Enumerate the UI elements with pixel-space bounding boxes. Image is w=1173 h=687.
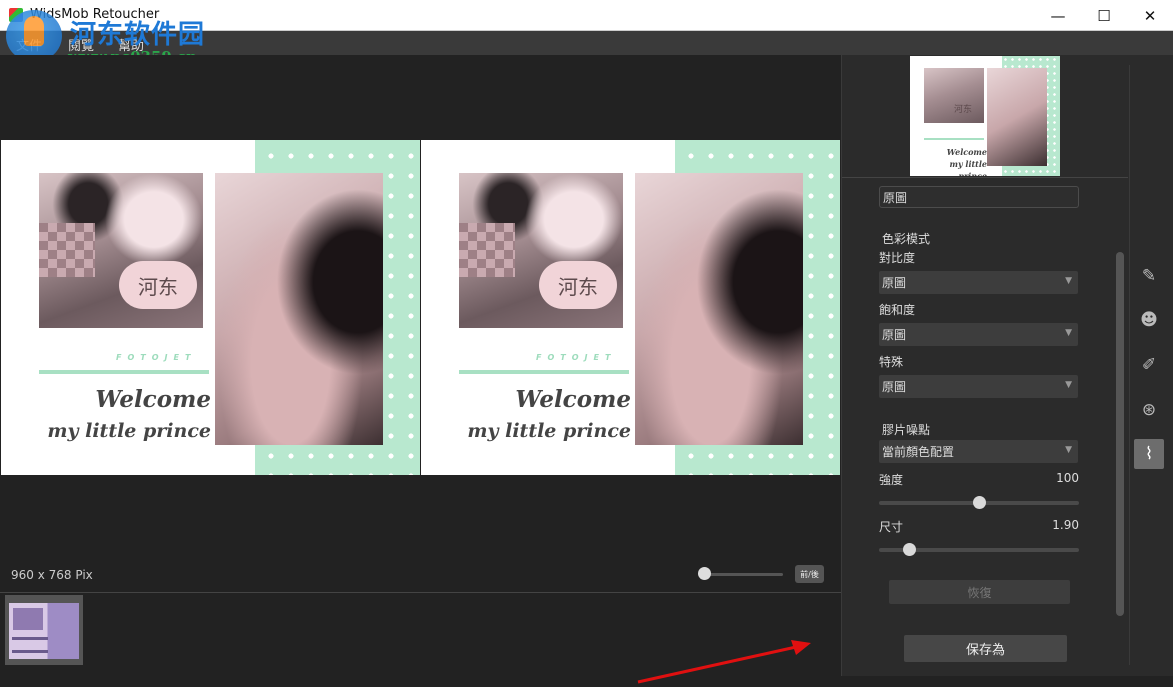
after-image-pane[interactable]: 河东 FOTOJET Welcome my little prince xyxy=(421,140,840,475)
fotojet-text: FOTOJET xyxy=(116,353,197,362)
mosaic-patch xyxy=(39,223,95,277)
preview-caption: Welcome my little prince xyxy=(920,146,987,176)
size-slider-knob[interactable] xyxy=(902,543,916,556)
minimize-button[interactable]: — xyxy=(1035,0,1081,31)
photo-collage-b xyxy=(215,173,383,445)
saturation-label: 飽和度 xyxy=(879,303,916,317)
film-icon[interactable]: ⌇ xyxy=(1134,439,1164,469)
preview-divider xyxy=(924,138,984,140)
restore-button[interactable]: 恢復 xyxy=(889,580,1070,604)
divider-line xyxy=(459,370,629,374)
zoom-slider[interactable] xyxy=(703,573,783,576)
chevron-down-icon: ▼ xyxy=(1065,380,1072,390)
subtitle-text: my little prince xyxy=(467,420,631,442)
size-value: 1.90 xyxy=(1052,518,1079,532)
size-label: 尺寸 xyxy=(879,520,904,534)
photo-collage-b xyxy=(635,173,803,445)
saturation-select-value: 原圖 xyxy=(882,328,907,342)
fotojet-text: FOTOJET xyxy=(536,353,617,362)
welcome-text: Welcome xyxy=(95,386,211,413)
mosaic-patch xyxy=(459,223,515,277)
panel-scrollbar[interactable] xyxy=(1116,252,1124,616)
preview-overlay-label: 河东 xyxy=(954,105,973,115)
contrast-label: 對比度 xyxy=(879,251,916,265)
contrast-select-value: 原圖 xyxy=(882,276,907,290)
preview-welcome: Welcome xyxy=(946,147,987,157)
maximize-button[interactable]: ☐ xyxy=(1081,0,1127,31)
preview-photo-b xyxy=(987,68,1047,166)
special-label: 特殊 xyxy=(879,355,904,369)
preview-image: 河东 Welcome my little prince xyxy=(910,56,1060,176)
strength-label: 強度 xyxy=(879,473,904,487)
zoom-slider-knob[interactable] xyxy=(698,567,711,580)
chevron-down-icon: ▼ xyxy=(1065,328,1072,338)
panel-divider xyxy=(842,177,1128,178)
strength-value: 100 xyxy=(1056,471,1079,485)
film-grain-select[interactable]: 當前顏色配置 ▼ xyxy=(879,440,1078,463)
preview-subtitle: my little prince xyxy=(949,159,988,176)
brush-icon[interactable]: ✐ xyxy=(1134,350,1164,380)
before-after-button[interactable]: 前/後 xyxy=(795,565,824,583)
photo-collage-a: 河东 xyxy=(459,173,623,328)
subtitle-text: my little prince xyxy=(47,420,211,442)
save-as-button[interactable]: 保存為 xyxy=(904,635,1067,662)
overlay-label: 河东 xyxy=(119,261,197,309)
special-select-value: 原圖 xyxy=(882,380,907,394)
watermark-text: 河东软件园 xyxy=(70,20,206,50)
filmstrip-divider xyxy=(0,592,841,593)
color-circles-icon[interactable]: ⊛ xyxy=(1134,395,1164,425)
film-grain-label: 膠片噪點 xyxy=(882,423,931,437)
color-mode-label: 色彩模式 xyxy=(882,232,931,246)
canvas-area: 河东 FOTOJET Welcome my little prince 河东 F… xyxy=(0,55,841,684)
saturation-select[interactable]: 原圖 ▼ xyxy=(879,323,1078,346)
contrast-select[interactable]: 原圖 ▼ xyxy=(879,271,1078,294)
thumbnail-image xyxy=(9,603,79,659)
before-image-pane[interactable]: 河东 FOTOJET Welcome my little prince xyxy=(1,140,420,475)
pencil-icon[interactable]: ✎ xyxy=(1134,261,1164,291)
toolbar-divider xyxy=(1129,65,1130,665)
chevron-down-icon: ▼ xyxy=(1065,445,1072,455)
welcome-text: Welcome xyxy=(515,386,631,413)
image-dimensions: 960 x 768 Pix xyxy=(11,568,93,582)
close-button[interactable]: ✕ xyxy=(1127,0,1173,31)
face-icon[interactable]: ☻ xyxy=(1134,305,1164,335)
filmstrip-thumbnail[interactable] xyxy=(5,595,83,665)
preset-field[interactable]: 原圖 xyxy=(879,186,1079,208)
annotation-arrow xyxy=(637,640,811,684)
adjustment-panel: 河东 Welcome my little prince 原圖 色彩模式 對比度 … xyxy=(841,55,1173,676)
film-grain-select-value: 當前顏色配置 xyxy=(882,445,955,459)
chevron-down-icon: ▼ xyxy=(1065,276,1072,286)
overlay-label: 河东 xyxy=(539,261,617,309)
special-select[interactable]: 原圖 ▼ xyxy=(879,375,1078,398)
divider-line xyxy=(39,370,209,374)
photo-collage-a: 河东 xyxy=(39,173,203,328)
navigator-preview[interactable]: 河东 Welcome my little prince xyxy=(910,55,1062,177)
strength-slider-knob[interactable] xyxy=(972,496,986,509)
